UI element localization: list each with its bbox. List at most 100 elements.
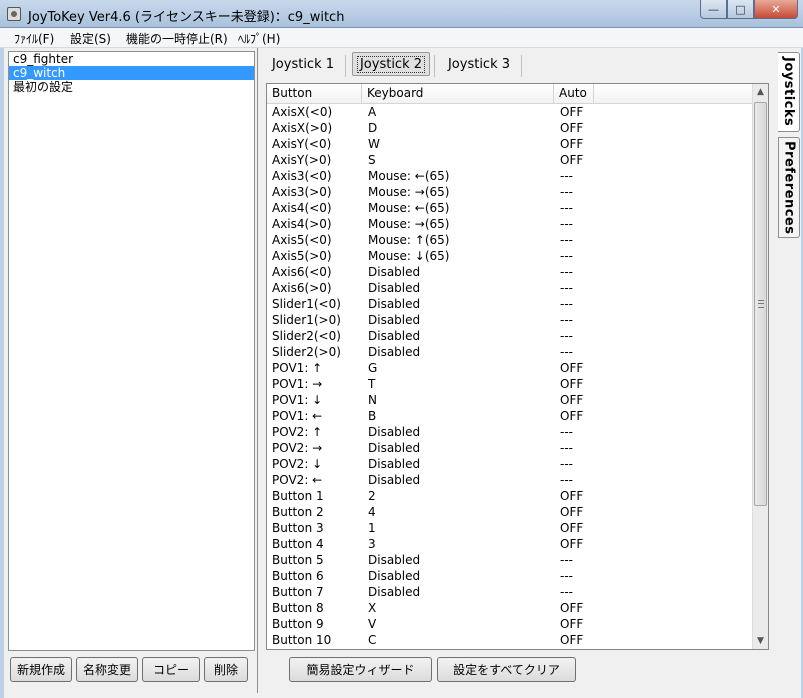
cell-button: Slider2(<0) <box>272 329 341 343</box>
table-row[interactable]: AxisX(<0) A OFF <box>267 104 754 120</box>
table-row[interactable]: Axis3(>0) Mouse: →(65) --- <box>267 184 754 200</box>
button-assignment-grid[interactable]: Button Keyboard Auto AxisX(<0) A OFF AxisX(… <box>266 83 769 650</box>
cell-button: Axis6(<0) <box>272 265 332 279</box>
setup-wizard-button[interactable]: 簡易設定ウィザード <box>289 657 432 682</box>
side-tab-joysticks[interactable]: Joysticks <box>778 52 800 132</box>
window-frame-left <box>0 48 4 698</box>
column-header-keyboard[interactable]: Keyboard <box>362 84 554 103</box>
table-row[interactable]: POV1: → T OFF <box>267 376 754 392</box>
table-row[interactable]: Button 8 X OFF <box>267 600 754 616</box>
table-row[interactable]: Axis6(>0) Disabled --- <box>267 280 754 296</box>
table-row[interactable]: Button 1 2 OFF <box>267 488 754 504</box>
side-tab-preferences[interactable]: Preferences <box>778 137 800 238</box>
grip-icon <box>758 300 764 308</box>
table-row[interactable]: POV1: ↑ G OFF <box>267 360 754 376</box>
cell-keyboard: Mouse: →(65) <box>368 217 450 231</box>
cell-button: Button 2 <box>272 505 324 519</box>
table-row[interactable]: Button 3 1 OFF <box>267 520 754 536</box>
scroll-up-arrow-icon[interactable]: ▲ <box>753 84 768 100</box>
table-row[interactable]: Button 6 Disabled --- <box>267 568 754 584</box>
table-row[interactable]: AxisY(>0) S OFF <box>267 152 754 168</box>
table-row[interactable]: Button 10 C OFF <box>267 632 754 648</box>
profile-item[interactable]: 最初の設定 <box>9 80 254 94</box>
new-profile-button[interactable]: 新規作成 <box>10 657 72 682</box>
profile-item-selected[interactable]: c9_witch <box>9 66 254 80</box>
cell-auto: --- <box>560 345 573 359</box>
cell-button: Axis3(<0) <box>272 169 332 183</box>
column-header-button[interactable]: Button <box>267 84 362 103</box>
cell-button: Axis5(>0) <box>272 249 332 263</box>
delete-profile-button[interactable]: 削除 <box>204 657 248 682</box>
close-button[interactable]: ✕ <box>754 0 798 19</box>
side-tab-label: Preferences <box>781 140 797 235</box>
table-row[interactable]: Button 9 V OFF <box>267 616 754 632</box>
cell-button: Button 3 <box>272 521 324 535</box>
cell-auto: OFF <box>560 377 584 391</box>
cell-keyboard: V <box>368 617 377 631</box>
minimize-button[interactable]: — <box>700 0 727 19</box>
table-row[interactable]: Axis5(<0) Mouse: ↑(65) --- <box>267 232 754 248</box>
column-header-auto[interactable]: Auto <box>554 84 594 103</box>
cell-auto: --- <box>560 233 573 247</box>
table-row[interactable]: Button 4 3 OFF <box>267 536 754 552</box>
table-row[interactable]: POV2: ↓ Disabled --- <box>267 456 754 472</box>
cell-auto: OFF <box>560 489 584 503</box>
table-row[interactable]: Slider2(>0) Disabled --- <box>267 344 754 360</box>
table-row[interactable]: AxisY(<0) W OFF <box>267 136 754 152</box>
rename-profile-button[interactable]: 名称変更 <box>76 657 138 682</box>
cell-button: Button 4 <box>272 537 324 551</box>
copy-profile-button[interactable]: コピー <box>142 657 200 682</box>
cell-button: Axis5(<0) <box>272 233 332 247</box>
cell-keyboard: Mouse: ←(65) <box>368 201 450 215</box>
cell-auto: --- <box>560 553 573 567</box>
table-row[interactable]: POV1: ← B OFF <box>267 408 754 424</box>
table-row[interactable]: Button 7 Disabled --- <box>267 584 754 600</box>
cell-auto: --- <box>560 169 573 183</box>
profile-list[interactable]: c9_fighter c9_witch 最初の設定 <box>8 51 255 651</box>
table-row[interactable]: POV2: ← Disabled --- <box>267 472 754 488</box>
cell-keyboard: Disabled <box>368 585 421 599</box>
cell-auto: OFF <box>560 393 584 407</box>
tab-joystick-3[interactable]: Joystick 3 <box>439 52 519 76</box>
cell-keyboard: S <box>368 153 376 167</box>
menu-file[interactable]: ﾌｧｲﾙ(F) <box>14 30 54 47</box>
joystick-icon[interactable] <box>7 7 21 21</box>
table-row[interactable]: Axis4(<0) Mouse: ←(65) --- <box>267 200 754 216</box>
title-bar[interactable]: JoyToKey Ver4.6 (ライセンスキー未登録)：c9_witch — … <box>0 0 803 28</box>
cell-auto: --- <box>560 281 573 295</box>
cell-auto: --- <box>560 249 573 263</box>
vertical-scrollbar[interactable]: ▲ ▼ <box>752 84 768 649</box>
table-row[interactable]: Slider2(<0) Disabled --- <box>267 328 754 344</box>
table-row[interactable]: Button 2 4 OFF <box>267 504 754 520</box>
scroll-down-arrow-icon[interactable]: ▼ <box>753 633 768 649</box>
table-row[interactable]: POV2: → Disabled --- <box>267 440 754 456</box>
table-row[interactable]: AxisX(>0) D OFF <box>267 120 754 136</box>
cell-button: Slider2(>0) <box>272 345 341 359</box>
table-row[interactable]: Axis6(<0) Disabled --- <box>267 264 754 280</box>
cell-keyboard: Disabled <box>368 553 421 567</box>
tab-joystick-1[interactable]: Joystick 1 <box>263 52 343 76</box>
menu-pause[interactable]: 機能の一時停止(R) <box>126 30 228 47</box>
table-row[interactable]: Slider1(<0) Disabled --- <box>267 296 754 312</box>
table-row[interactable]: Axis5(>0) Mouse: ↓(65) --- <box>267 248 754 264</box>
cell-button: POV1: ↑ <box>272 361 323 375</box>
cell-keyboard: B <box>368 409 377 423</box>
table-row[interactable]: Axis3(<0) Mouse: ←(65) --- <box>267 168 754 184</box>
menu-help[interactable]: ﾍﾙﾌﾟ(H) <box>238 30 280 47</box>
table-row[interactable]: Button 5 Disabled --- <box>267 552 754 568</box>
table-row[interactable]: POV2: ↑ Disabled --- <box>267 424 754 440</box>
scroll-thumb[interactable] <box>754 102 767 506</box>
cell-auto: OFF <box>560 153 584 167</box>
profile-item[interactable]: c9_fighter <box>9 52 254 66</box>
cell-button: Axis4(<0) <box>272 201 332 215</box>
table-row[interactable]: POV1: ↓ N OFF <box>267 392 754 408</box>
grid-rows: AxisX(<0) A OFF AxisX(>0) D OFF AxisY(<0) W OFF A… <box>267 104 754 648</box>
clear-all-settings-button[interactable]: 設定をすべてクリア <box>437 657 576 682</box>
table-row[interactable]: Axis4(>0) Mouse: →(65) --- <box>267 216 754 232</box>
cell-keyboard: W <box>368 137 380 151</box>
tab-joystick-2[interactable]: Joystick 2 <box>352 52 430 76</box>
cell-auto: OFF <box>560 537 584 551</box>
maximize-button[interactable]: □ <box>727 0 754 19</box>
table-row[interactable]: Slider1(>0) Disabled --- <box>267 312 754 328</box>
menu-settings[interactable]: 設定(S) <box>70 30 111 47</box>
